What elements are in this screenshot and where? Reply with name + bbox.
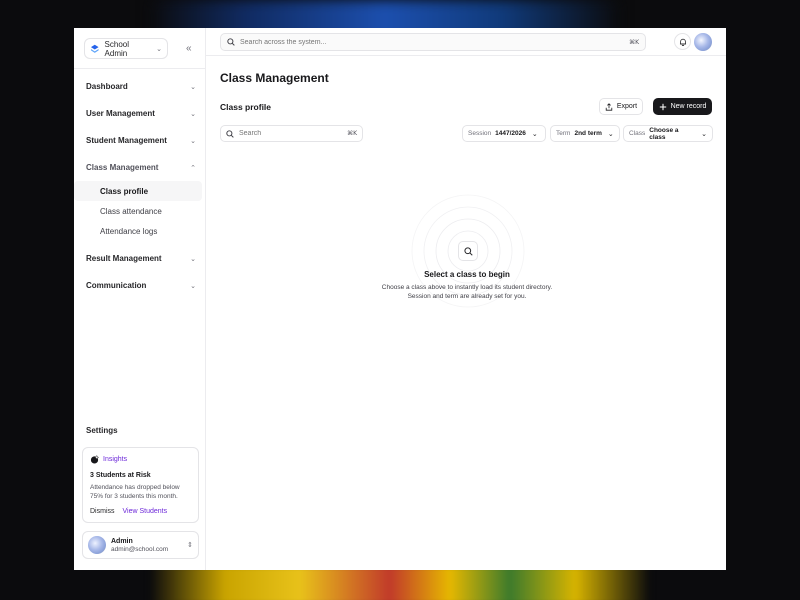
class-filter[interactable]: Class Choose a class ⌄ [623,125,713,142]
chevron-down-icon: ⌄ [156,45,162,53]
school-logo-icon [90,44,99,53]
filter-label: Class [629,130,646,137]
app-window: School Admin ⌄ « Dashboard ⌄ User Manage… [74,28,726,570]
background-yellow-glow [150,565,650,600]
collapse-sidebar-icon[interactable]: « [186,43,192,54]
sidebar-nav: Dashboard ⌄ User Management ⌄ Student Ma… [74,73,206,299]
search-shortcut: ⌘K [347,130,357,137]
chevron-down-icon: ⌄ [190,255,196,263]
chevron-up-down-icon: ⇕ [187,542,193,549]
new-record-button[interactable]: New record [653,98,712,115]
chevron-down-icon: ⌄ [607,130,614,138]
topbar: ⌘K [206,28,726,56]
sidebar-item-label: Communication [86,281,147,290]
upload-icon [605,102,613,111]
search-icon [227,38,235,46]
dismiss-button[interactable]: Dismiss [90,508,115,515]
sidebar-divider [74,68,206,69]
filter-value: 2nd term [574,130,602,137]
bell-icon [679,38,686,46]
user-name: Admin [111,537,133,545]
sidebar-item-communication[interactable]: Communication ⌄ [74,272,206,299]
chevron-down-icon: ⌄ [190,110,196,118]
sidebar-item-class-management[interactable]: Class Management ⌃ [74,154,206,181]
sidebar-item-result-management[interactable]: Result Management ⌄ [74,245,206,272]
sidebar-item-student-management[interactable]: Student Management ⌄ [74,127,206,154]
filter-value: Choose a class [649,126,679,141]
avatar [88,536,106,554]
search-icon [463,246,473,256]
insights-body: Attendance has dropped below 75% for 3 s… [90,484,180,500]
subnav-item-class-profile[interactable]: Class profile [74,181,202,201]
insights-actions: Dismiss View Students [90,508,191,515]
search-icon [226,129,234,138]
sidebar-item-user-management[interactable]: User Management ⌄ [74,100,206,127]
sidebar-item-settings[interactable]: Settings [86,426,118,435]
sidebar: School Admin ⌄ « Dashboard ⌄ User Manage… [74,28,206,570]
filter-value: 1447/2026 [495,130,526,137]
chevron-down-icon: ⌄ [701,130,707,138]
empty-state-icon-box [458,241,478,261]
user-email: admin@school.com [111,545,169,553]
filter-label: Term [556,130,571,137]
export-label: Export [616,103,638,110]
subnav-item-class-attendance[interactable]: Class attendance [74,201,206,221]
table-search[interactable]: ⌘K [220,125,363,142]
sparkle-icon [90,455,99,464]
sidebar-item-label: Dashboard [86,82,128,91]
empty-state-description: Choose a class above to instantly load i… [381,284,553,300]
sidebar-item-label: Class Management [86,163,159,172]
insights-title: 3 Students at Risk [90,472,151,479]
avatar[interactable] [694,33,712,51]
workspace-name: School Admin [104,39,129,58]
subnav-item-attendance-logs[interactable]: Attendance logs [74,221,206,241]
sidebar-item-dashboard[interactable]: Dashboard ⌄ [74,73,206,100]
chevron-down-icon: ⌄ [190,137,196,145]
chevron-down-icon: ⌄ [531,130,538,138]
sidebar-item-label: Student Management [86,136,167,145]
insights-label: Insights [103,456,128,463]
class-management-subnav: Class profile Class attendance Attendanc… [74,181,206,241]
filter-label: Session [468,130,492,137]
global-search-input[interactable] [240,38,625,46]
sidebar-item-label: Result Management [86,254,162,263]
user-account-switcher[interactable]: Admin admin@school.com ⇕ [82,531,199,559]
chevron-up-icon: ⌃ [190,164,196,172]
chevron-down-icon: ⌄ [190,83,196,91]
global-search[interactable]: ⌘K [220,33,646,51]
section-title: Class profile [220,102,272,112]
session-filter[interactable]: Session 1447/2026 ⌄ [462,125,546,142]
workspace-switcher[interactable]: School Admin ⌄ [84,38,168,59]
empty-state-title: Select a class to begin [424,270,510,279]
view-students-button[interactable]: View Students [123,508,168,515]
sidebar-item-label: User Management [86,109,155,118]
table-search-input[interactable] [239,130,343,137]
user-info: Admin admin@school.com [111,538,168,553]
term-filter[interactable]: Term 2nd term ⌄ [550,125,620,142]
insights-card: Insights 3 Students at Risk Attendance h… [82,447,199,523]
search-shortcut: ⌘K [629,38,639,46]
main-content: ⌘K Class Management Class profile Export [206,28,726,570]
empty-state: Select a class to begin Choose a class a… [352,188,582,318]
insights-header: Insights [90,455,191,464]
chevron-down-icon: ⌄ [190,282,196,290]
notifications-button[interactable] [674,33,691,50]
plus-icon [659,103,666,110]
new-record-label: New record [670,103,707,110]
export-button[interactable]: Export [599,98,643,115]
page-title: Class Management [220,71,329,85]
